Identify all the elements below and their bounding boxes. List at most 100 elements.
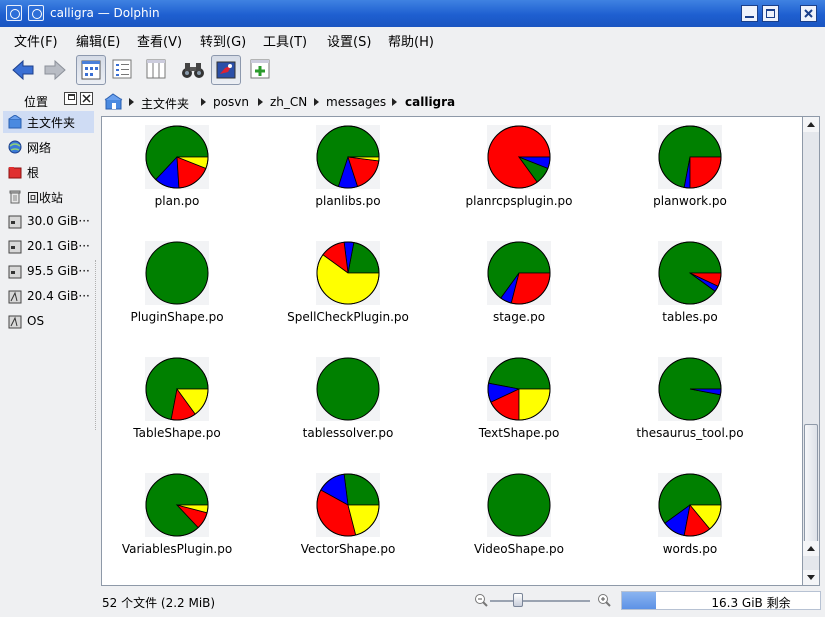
- place-drive-4[interactable]: 20.4 GiB···: [3, 286, 94, 308]
- crumb-posvn[interactable]: posvn: [213, 95, 249, 109]
- file-thumbnail: [658, 357, 722, 421]
- places-panel: 主文件夹 网络 根 回收站 30.0 GiB··· 20.1 GiB··· 95…: [0, 110, 97, 590]
- place-network[interactable]: 网络: [3, 136, 94, 158]
- file-item[interactable]: planlibs.po: [273, 123, 423, 223]
- file-name: planwork.po: [653, 194, 727, 208]
- menu-help[interactable]: 帮助(H): [388, 31, 434, 50]
- panel-resize-handle[interactable]: [95, 260, 98, 430]
- file-item[interactable]: TableShape.po: [102, 355, 252, 455]
- home-folder-icon: [8, 115, 22, 129]
- find-binoculars-icon: [182, 63, 204, 78]
- file-item[interactable]: tables.po: [615, 239, 765, 339]
- forward-button[interactable]: [40, 55, 70, 85]
- file-thumbnail: [145, 473, 209, 537]
- columns-view-button[interactable]: [142, 55, 172, 85]
- icons-view-icon: [81, 60, 101, 80]
- details-view-button[interactable]: [108, 55, 138, 85]
- preview-button[interactable]: [211, 55, 241, 85]
- file-count-status: 52 个文件 (2.2 MiB): [102, 596, 216, 610]
- file-thumbnail: [487, 125, 551, 189]
- menu-settings[interactable]: 设置(S): [327, 31, 371, 50]
- file-thumbnail: [316, 473, 380, 537]
- crumb-zh-cn[interactable]: zh_CN: [270, 95, 307, 109]
- free-space-text: 16.3 GiB 剩余: [711, 596, 791, 610]
- window-menu-icon[interactable]: [6, 5, 22, 21]
- file-thumbnail: [487, 241, 551, 305]
- menu-view[interactable]: 查看(V): [137, 31, 182, 50]
- minimize-icon: [745, 16, 754, 18]
- zoom-slider[interactable]: [490, 593, 590, 607]
- menu-file[interactable]: 文件(F): [14, 31, 58, 50]
- file-item[interactable]: plan.po: [102, 123, 252, 223]
- file-item[interactable]: PluginShape.po: [102, 239, 252, 339]
- file-name: planrcpsplugin.po: [465, 194, 573, 208]
- find-button[interactable]: [178, 55, 208, 85]
- file-name: VectorShape.po: [300, 542, 396, 556]
- file-item[interactable]: words.po: [615, 471, 765, 571]
- root-folder-icon: [8, 167, 22, 179]
- split-view-button[interactable]: [246, 55, 276, 85]
- menu-go[interactable]: 转到(G): [200, 31, 246, 50]
- menu-edit[interactable]: 编辑(E): [76, 31, 120, 50]
- vertical-scrollbar[interactable]: [803, 116, 820, 586]
- crumb-separator-icon: [314, 98, 319, 106]
- menu-bar: 文件(F) 编辑(E) 查看(V) 转到(G) 工具(T) 设置(S) 帮助(H…: [0, 27, 825, 51]
- file-item[interactable]: VideoShape.po: [444, 471, 594, 571]
- place-drive-os[interactable]: OS: [3, 311, 94, 333]
- file-item[interactable]: planrcpsplugin.po: [444, 123, 594, 223]
- file-item[interactable]: thesaurus_tool.po: [615, 355, 765, 455]
- close-icon: [804, 9, 813, 18]
- crumb-home[interactable]: 主文件夹: [141, 95, 189, 112]
- place-drive-3[interactable]: 95.5 GiB···: [3, 261, 94, 283]
- crumb-messages[interactable]: messages: [326, 95, 386, 109]
- minimize-button[interactable]: [741, 5, 758, 22]
- scroll-up-button-lower[interactable]: [803, 541, 819, 556]
- zoom-slider-thumb[interactable]: [512, 593, 523, 607]
- file-item[interactable]: SpellCheckPlugin.po: [273, 239, 423, 339]
- file-item[interactable]: VariablesPlugin.po: [102, 471, 252, 571]
- zoom-slider-track: [490, 600, 590, 602]
- place-home[interactable]: 主文件夹: [3, 111, 94, 133]
- maximize-button[interactable]: [762, 5, 779, 22]
- place-label: 回收站: [27, 191, 64, 205]
- file-icon-view[interactable]: plan.po planlibs.po planrcpsplugin.po planw…: [101, 116, 803, 586]
- place-trash[interactable]: 回收站: [3, 186, 94, 208]
- file-name: planlibs.po: [315, 194, 381, 208]
- file-name: SpellCheckPlugin.po: [287, 310, 409, 324]
- file-thumbnail: [316, 241, 380, 305]
- scroll-up-button[interactable]: [803, 117, 819, 132]
- zoom-in-icon[interactable]: [597, 593, 611, 607]
- back-button[interactable]: [8, 55, 38, 85]
- file-item[interactable]: tablessolver.po: [273, 355, 423, 455]
- window-title-folder: calligra: [50, 6, 94, 20]
- scrollbar-thumb[interactable]: [804, 424, 818, 552]
- place-drive-2[interactable]: 20.1 GiB···: [3, 236, 94, 258]
- file-thumbnail: [658, 473, 722, 537]
- home-crumb-button[interactable]: [103, 92, 125, 111]
- free-space-bar: 16.3 GiB 剩余: [621, 591, 821, 610]
- file-item[interactable]: VectorShape.po: [273, 471, 423, 571]
- close-panel-button[interactable]: [80, 92, 93, 105]
- translation-stats-pie-icon: [316, 357, 380, 421]
- close-button[interactable]: [800, 5, 817, 22]
- place-root[interactable]: 根: [3, 161, 94, 183]
- icons-view-button[interactable]: [76, 55, 106, 85]
- zoom-out-icon[interactable]: [474, 593, 488, 607]
- place-drive-1[interactable]: 30.0 GiB···: [3, 211, 94, 233]
- translation-stats-pie-icon: [145, 125, 209, 189]
- title-bar: calligra — Dolphin: [0, 0, 825, 27]
- file-thumbnail: [145, 125, 209, 189]
- scroll-down-button[interactable]: [803, 570, 819, 585]
- crumb-separator-icon: [392, 98, 397, 106]
- file-item[interactable]: stage.po: [444, 239, 594, 339]
- drive-icon: [8, 315, 22, 329]
- file-item[interactable]: TextShape.po: [444, 355, 594, 455]
- forward-arrow-icon: [44, 59, 66, 81]
- menu-tools[interactable]: 工具(T): [263, 31, 307, 50]
- file-item[interactable]: planwork.po: [615, 123, 765, 223]
- file-name: plan.po: [154, 194, 200, 208]
- place-label: OS: [27, 314, 45, 328]
- crumb-calligra[interactable]: calligra: [405, 95, 455, 109]
- translation-stats-pie-icon: [658, 473, 722, 537]
- float-panel-button[interactable]: [64, 92, 77, 105]
